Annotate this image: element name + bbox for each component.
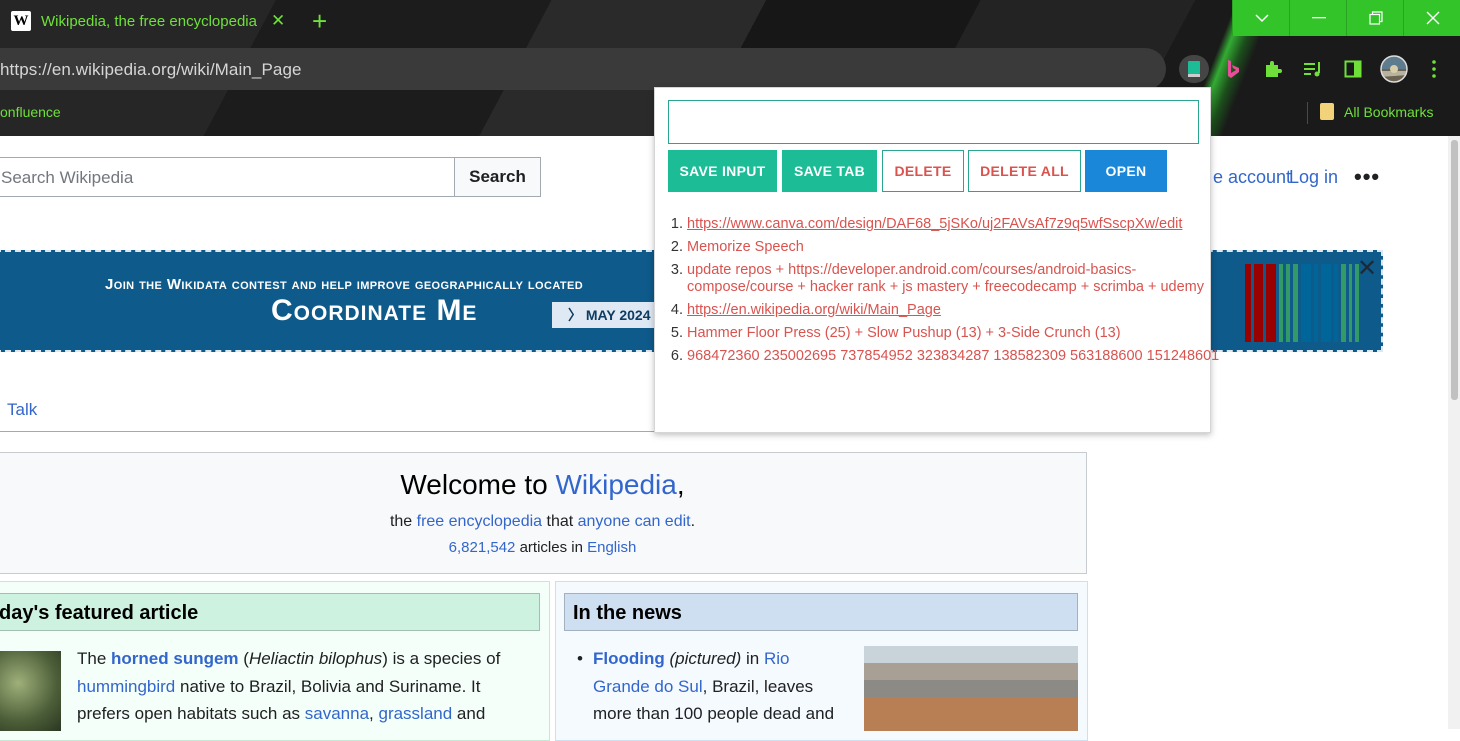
avatar [1380, 55, 1408, 83]
featured-article-image[interactable] [0, 651, 61, 731]
scrollbar-thumb[interactable] [1451, 140, 1458, 400]
english-link[interactable]: English [587, 539, 636, 556]
wikipedia-link[interactable]: Wikipedia [555, 469, 676, 500]
welcome-subtitle: the free encyclopedia that anyone can ed… [389, 513, 696, 530]
tab-search-button[interactable] [1232, 0, 1290, 36]
side-panel-icon [1344, 60, 1362, 78]
banner-title: Coordinate Me [271, 294, 478, 327]
flooding-link[interactable]: Flooding [593, 649, 665, 668]
puzzle-icon [1266, 61, 1282, 77]
welcome-title: Welcome to Wikipedia, [400, 469, 685, 500]
all-bookmarks-label: All Bookmarks [1344, 103, 1434, 120]
restore-button[interactable] [1346, 0, 1404, 36]
bing-icon [1228, 60, 1239, 78]
news-item: • Flooding (pictured) in Rio Grande do Su… [577, 649, 835, 723]
all-bookmarks-button[interactable]: All Bookmarks [1320, 103, 1433, 120]
bookmark-divider [1307, 102, 1308, 124]
list-item[interactable]: https://www.canva.com/design/DAF68_5jSKo… [687, 216, 1222, 233]
minimize-icon [1311, 17, 1326, 19]
browser-menu-button[interactable] [1419, 55, 1449, 83]
bookmark-confluence[interactable]: onfluence [0, 104, 61, 120]
tab-close-icon[interactable]: ✕ [271, 11, 285, 31]
profile-button[interactable] [1379, 55, 1409, 83]
close-icon [1426, 11, 1439, 25]
login-link[interactable]: Log in [1289, 167, 1338, 188]
url-text[interactable]: https://en.wikipedia.org/wiki/Main_Page [0, 60, 302, 80]
horned-sungem-link[interactable]: horned sungem [111, 649, 239, 668]
anyone-can-edit-link[interactable]: anyone can edit [578, 513, 691, 530]
article-count: 6,821,542 articles in English [448, 539, 637, 556]
bing-button[interactable] [1218, 55, 1248, 83]
address-bar[interactable]: https://en.wikipedia.org/wiki/Main_Page [0, 48, 1166, 90]
close-window-button[interactable] [1403, 0, 1460, 36]
new-tab-button[interactable]: + [312, 8, 327, 34]
delete-button[interactable]: DELETE [882, 150, 964, 192]
saved-items-list: https://www.canva.com/design/DAF68_5jSKo… [668, 216, 1222, 371]
search-placeholder: Search Wikipedia [1, 168, 134, 187]
banner-date: 〉 MAY 2024 [552, 302, 662, 328]
playlist-icon [1304, 62, 1320, 77]
tab-title: Wikipedia, the free encyclopedia [41, 12, 257, 30]
list-item: Hammer Floor Press (25) + Slow Pushup (1… [687, 325, 1222, 342]
note-input[interactable] [668, 100, 1199, 144]
extensions-button[interactable] [1258, 55, 1288, 83]
chevron-down-icon [1254, 13, 1269, 22]
list-item: update repos + https://developer.android… [687, 262, 1222, 296]
create-account-link[interactable]: e account [1213, 167, 1291, 188]
folder-icon [1320, 103, 1334, 120]
wiki-search-button[interactable]: Search [454, 157, 541, 197]
save-input-button[interactable]: SAVE INPUT [668, 150, 777, 192]
media-controls-button[interactable] [1298, 55, 1328, 83]
minimize-button[interactable] [1289, 0, 1347, 36]
delete-all-button[interactable]: DELETE ALL [968, 150, 1081, 192]
open-button[interactable]: OPEN [1085, 150, 1167, 192]
browser-tab[interactable]: W Wikipedia, the free encyclopedia ✕ [0, 0, 300, 42]
news-image[interactable] [864, 646, 1078, 731]
tab-talk[interactable]: Talk [7, 400, 37, 420]
save-tab-button[interactable]: SAVE TAB [782, 150, 877, 192]
in-the-news-heading: In the news [564, 593, 1078, 631]
restore-icon [1368, 11, 1383, 25]
kebab-menu-icon [1432, 60, 1436, 78]
notes-extension-popup: SAVE INPUT SAVE TAB DELETE DELETE ALL OP… [654, 87, 1219, 433]
grassland-link[interactable]: grassland [378, 704, 452, 723]
banner-subtitle: Join the Wikidata contest and help impro… [105, 276, 584, 293]
side-panel-button[interactable] [1338, 55, 1368, 83]
banner-close-icon[interactable]: ✕ [1357, 254, 1377, 283]
hummingbird-link[interactable]: hummingbird [77, 677, 175, 696]
welcome-box: Welcome to Wikipedia, the free encyclope… [0, 452, 1087, 574]
notebook-icon [1188, 61, 1200, 77]
featured-article-text: The horned sungem (Heliactin bilophus) i… [77, 649, 501, 723]
wikidata-barcode-logo [1245, 264, 1359, 342]
list-item[interactable]: https://en.wikipedia.org/wiki/Main_Page [687, 302, 1222, 319]
savanna-link[interactable]: savanna [305, 704, 369, 723]
more-options-icon[interactable]: ••• [1354, 164, 1380, 190]
list-item: 968472360 235002695 737854952 323834287 … [687, 348, 1222, 365]
wiki-search-input[interactable]: Search Wikipedia [0, 157, 455, 197]
featured-article-heading: day's featured article [0, 593, 540, 631]
list-item: Memorize Speech [687, 239, 1222, 256]
free-encyclopedia-link[interactable]: free encyclopedia [417, 513, 542, 530]
wikipedia-favicon-icon: W [11, 11, 31, 31]
article-count-link[interactable]: 6,821,542 [449, 539, 516, 556]
notes-extension-button[interactable] [1179, 55, 1209, 83]
